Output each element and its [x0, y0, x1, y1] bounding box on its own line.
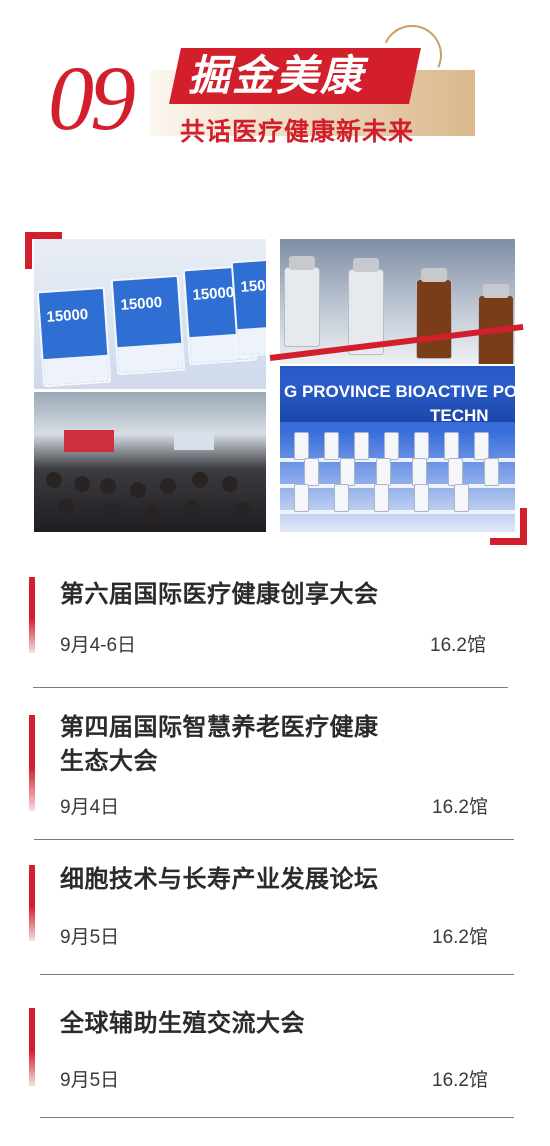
- booth-banner-text: G PROVINCE BIOACTIVE PO: [284, 382, 515, 401]
- event-hall: 16.2馆: [432, 1070, 488, 1091]
- booth-banner-text-2: TECHN: [430, 406, 489, 425]
- event-hall: 16.2馆: [430, 635, 486, 656]
- section-subtitle: 共话医疗健康新未来: [180, 118, 415, 146]
- product-box: 15000: [230, 256, 266, 358]
- event-title: 细胞技术与长寿产业发展论坛: [60, 866, 379, 893]
- event-title: 全球辅助生殖交流大会: [60, 1010, 305, 1037]
- event-hall: 16.2馆: [432, 927, 488, 948]
- event-date: 9月5日: [60, 927, 120, 948]
- product-box: 15000: [110, 274, 186, 376]
- event-title-line-2: 生态大会: [60, 748, 158, 775]
- photo-audience: [34, 392, 266, 532]
- photo-exhibition-booth: G PROVINCE BIOACTIVE PO TECHN: [280, 366, 515, 532]
- event-accent-bar: [29, 1008, 35, 1086]
- box-label: 15000: [191, 283, 235, 304]
- event-title-line-1: 第四届国际智慧养老医疗健康: [60, 714, 379, 741]
- event-accent-bar: [29, 865, 35, 941]
- section-header: 09 掘金美康 共话医疗健康新未来: [0, 0, 550, 180]
- box-label: 15000: [119, 293, 163, 314]
- product-box: 15000: [36, 286, 112, 388]
- vial: [284, 256, 320, 347]
- section-number: 09: [48, 47, 136, 149]
- event-date: 9月4日: [60, 797, 120, 818]
- box-label: 15000: [45, 305, 89, 326]
- event-title: 第六届国际医疗健康创享大会: [60, 581, 379, 608]
- event-hall: 16.2馆: [432, 797, 488, 818]
- vial: [416, 268, 452, 359]
- event-divider: [33, 687, 508, 688]
- photo-product-boxes: 15000 15000 15000 15000: [34, 239, 266, 389]
- event-accent-bar: [29, 715, 35, 811]
- event-accent-bar: [29, 577, 35, 653]
- event-divider: [40, 1117, 514, 1118]
- event-date: 9月4-6日: [60, 635, 137, 656]
- event-divider: [40, 974, 514, 975]
- event-date: 9月5日: [60, 1070, 120, 1091]
- section-title: 掘金美康: [188, 52, 365, 99]
- event-divider: [34, 839, 514, 840]
- box-label: 15000: [239, 275, 266, 296]
